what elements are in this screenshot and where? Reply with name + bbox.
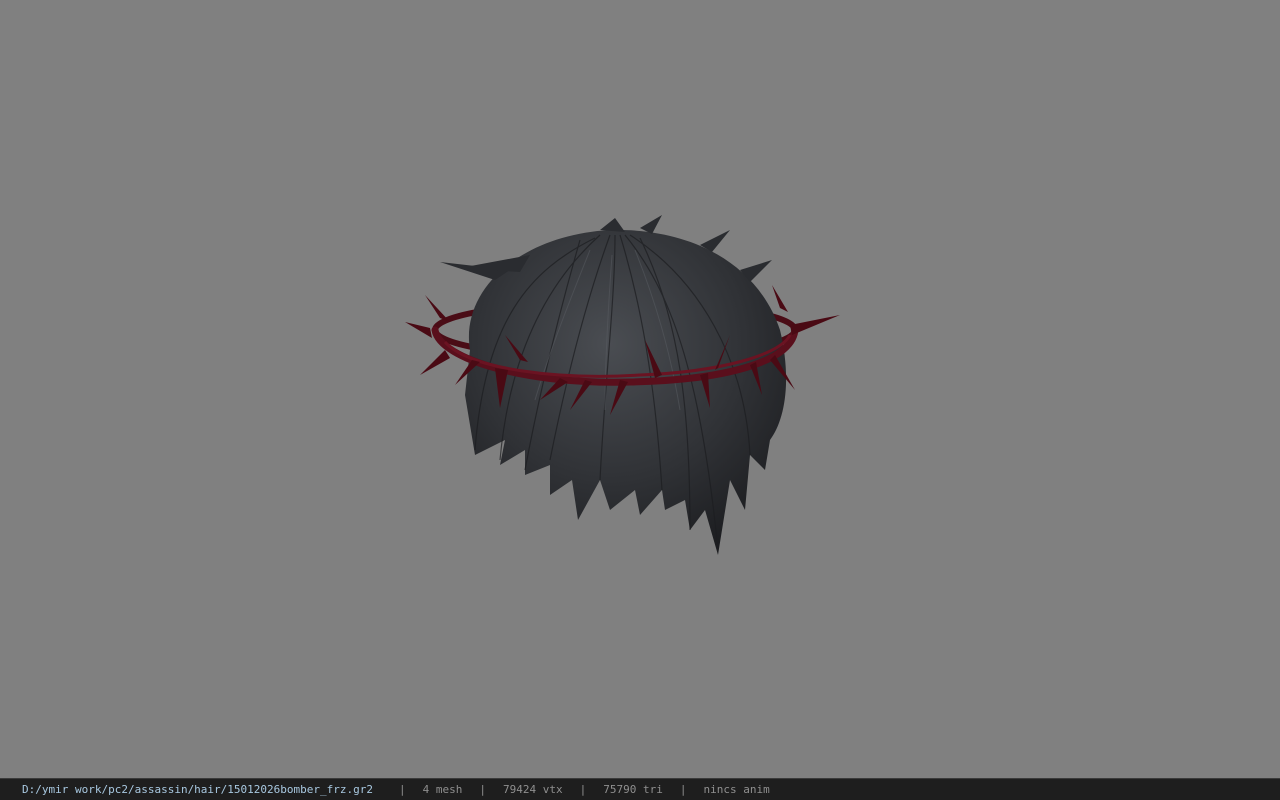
status-bar: D:/ymir work/pc2/assassin/hair/15012026b… — [0, 778, 1280, 800]
status-separator: | — [479, 783, 486, 796]
mesh-count-label: 4 mesh — [422, 783, 463, 796]
vertex-count-label: 79424 vtx — [503, 783, 563, 796]
status-separator: | — [579, 783, 587, 796]
animation-status-label: nincs anim — [703, 783, 770, 796]
triangle-count-label: 75790 tri — [603, 783, 663, 796]
status-separator: | — [399, 783, 406, 796]
status-separator: | — [679, 783, 687, 796]
3d-viewport[interactable] — [0, 0, 1280, 778]
hair-model-render[interactable] — [400, 210, 860, 590]
file-path-label: D:/ymir work/pc2/assassin/hair/15012026b… — [22, 783, 373, 796]
